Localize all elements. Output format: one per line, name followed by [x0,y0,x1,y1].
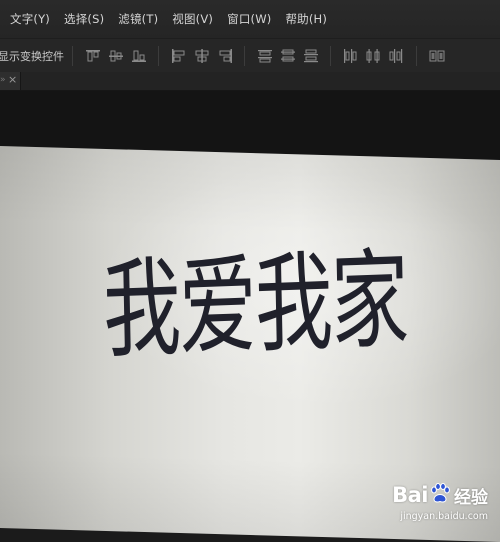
document-tab[interactable]: » × [0,72,21,90]
align-top-edges-icon[interactable] [85,49,101,63]
options-divider [72,46,73,66]
align-bottom-edges-icon[interactable] [131,49,147,63]
watermark-url: jingyan.baidu.com [400,511,488,522]
distribute-right-icon[interactable] [389,49,405,63]
distribute-horizontal-centers-icon[interactable] [366,49,382,63]
distribute-vertical-centers-icon[interactable] [280,49,296,63]
close-icon[interactable]: × [8,73,17,87]
options-divider [244,46,245,66]
baidu-jingyan-watermark: Bai 经验 [392,482,488,508]
options-divider [158,46,159,66]
canvas-text-layer[interactable]: 我爱我家 [102,239,434,374]
distribute-bottom-icon[interactable] [303,49,319,63]
tab-overflow-icon[interactable]: » [0,73,6,87]
distribute-left-icon[interactable] [343,49,359,63]
menu-help[interactable]: 帮助(H) [278,11,334,27]
watermark-suffix: 经验 [454,487,488,508]
options-bar: 显示变换控件 [0,38,500,74]
paw-icon [429,482,451,508]
align-right-edges-icon[interactable] [217,49,233,63]
document-tab-strip: » × [0,72,500,91]
watermark-brand: Bai [392,483,428,507]
menu-window[interactable]: 窗口(W) [220,11,278,27]
menu-view[interactable]: 视图(V) [165,11,220,27]
align-vertical-centers-icon[interactable] [108,49,124,63]
distribute-top-icon[interactable] [257,49,273,63]
align-left-edges-icon[interactable] [171,49,187,63]
auto-align-layers-icon[interactable] [429,49,445,63]
menubar: 文字(Y) 选择(S) 滤镜(T) 视图(V) 窗口(W) 帮助(H) [0,0,500,38]
menu-type[interactable]: 文字(Y) [0,11,57,27]
menu-select[interactable]: 选择(S) [57,11,111,27]
align-horizontal-centers-icon[interactable] [194,49,210,63]
menu-filter[interactable]: 滤镜(T) [111,11,165,27]
show-transform-controls-label[interactable]: 显示变换控件 [0,48,64,64]
options-divider [330,46,331,66]
options-divider [416,46,417,66]
